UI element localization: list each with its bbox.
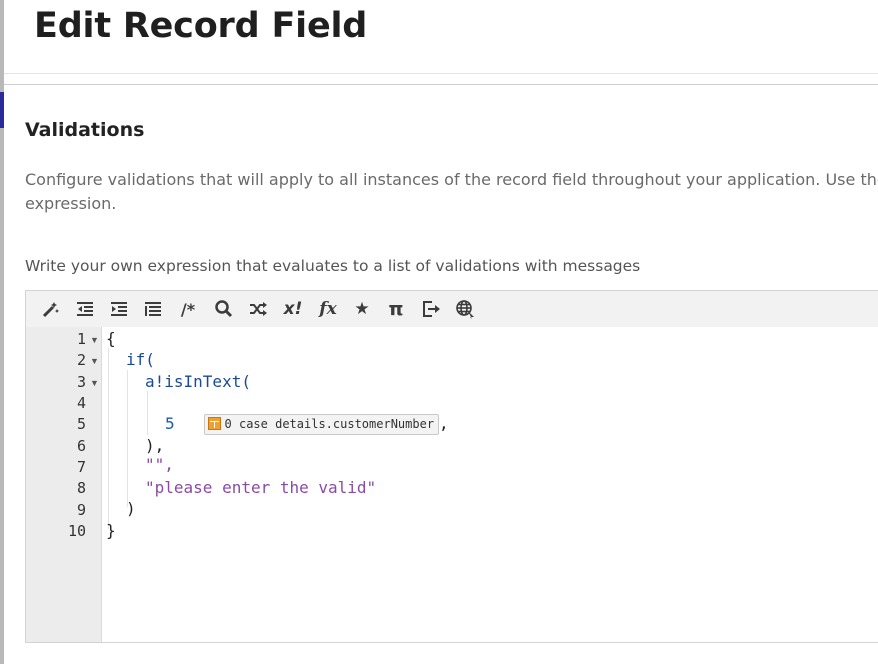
outdent-icon[interactable] (72, 297, 98, 321)
section-description: Configure validations that will apply to… (25, 168, 878, 216)
format-magic-icon[interactable] (38, 297, 64, 321)
line-number: 6 (76, 437, 86, 455)
code-line[interactable]: a!isInText( (145, 371, 251, 392)
code-line[interactable]: "", (145, 454, 174, 475)
code-line[interactable]: ), (145, 435, 164, 456)
code-line[interactable]: } (106, 520, 116, 541)
search-icon[interactable] (211, 297, 237, 321)
fold-arrow-icon[interactable]: ▼ (90, 378, 99, 388)
line-number: 5 (76, 415, 86, 433)
star-icon[interactable]: ★ (349, 297, 375, 321)
indent-guide (127, 370, 128, 507)
line-number-gutter: 1 ▼ 2 ▼ 3 ▼ 4 5 6 7 8 9 10 (26, 327, 102, 642)
fold-arrow-icon[interactable]: ▼ (90, 335, 99, 345)
code-line[interactable]: ) (126, 498, 136, 519)
record-type-icon (207, 417, 221, 430)
page-title: Edit Record Field (34, 6, 368, 46)
indent-icon[interactable] (106, 297, 132, 321)
pi-icon[interactable]: π (383, 297, 409, 321)
line-number: 4 (76, 394, 86, 412)
description-line: Configure validations that will apply to… (25, 170, 878, 189)
line-number: 2 (76, 351, 86, 369)
line-number: 9 (76, 501, 86, 519)
line-number: 8 (76, 479, 86, 497)
divider (4, 73, 878, 74)
fold-arrow-icon[interactable]: ▼ (90, 356, 99, 366)
expression-label: Write your own expression that evaluates… (25, 257, 641, 275)
list-icon[interactable] (140, 297, 166, 321)
line-number: 7 (76, 458, 86, 476)
left-accent-marker (0, 92, 4, 128)
x-bang-icon[interactable]: x! (280, 297, 306, 321)
token-label: 0 case details.customerNumber (224, 417, 435, 431)
code-line[interactable]: if( (126, 349, 155, 370)
record-field-token[interactable]: 0 case details.customerNumber (203, 414, 440, 435)
shuffle-icon[interactable] (245, 297, 271, 321)
export-icon[interactable] (418, 297, 444, 321)
description-line: expression. (25, 194, 117, 213)
divider (4, 84, 878, 85)
line-number: 10 (67, 522, 86, 540)
code-line[interactable]: { (106, 328, 116, 349)
line-number: 1 (76, 330, 86, 348)
comment-icon[interactable]: /* (175, 297, 201, 321)
section-title: Validations (25, 119, 145, 141)
line-number: 3 (76, 373, 86, 391)
globe-icon[interactable] (452, 297, 478, 321)
code-line[interactable]: 5 (165, 413, 175, 434)
indent-guide (108, 348, 109, 529)
code-line[interactable]: "please enter the valid" (145, 477, 376, 498)
editor-toolbar: /* x! fx ★ π (26, 291, 878, 327)
expression-editor[interactable]: /* x! fx ★ π 1 ▼ 2 ▼ 3 ▼ 4 5 6 7 8 9 10 … (25, 290, 878, 643)
indent-guide (147, 391, 148, 435)
code-line[interactable]: 0 case details.customerNumber, (165, 392, 449, 456)
function-icon[interactable]: fx (315, 297, 341, 321)
code-punctuation: , (439, 414, 449, 433)
